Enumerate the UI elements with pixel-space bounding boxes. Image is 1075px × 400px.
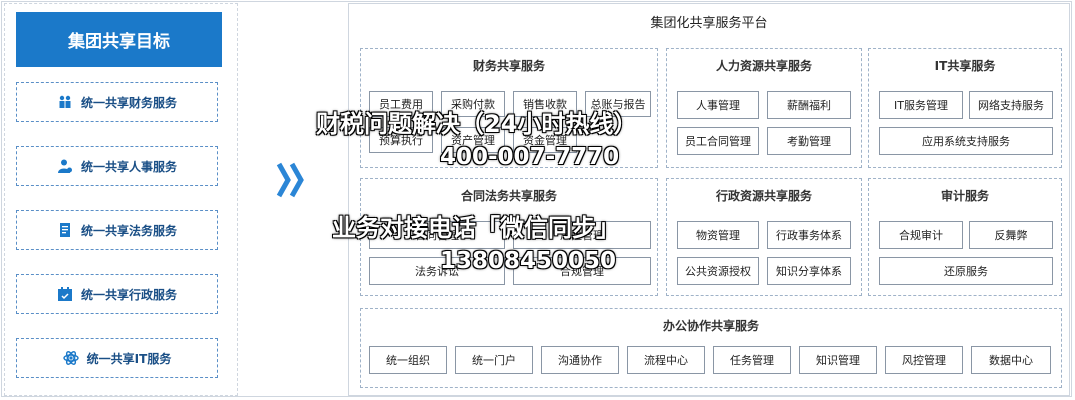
goal-label: 统一共享财务服务 <box>80 95 177 110</box>
service-cell[interactable]: IT服务管理 <box>879 91 963 119</box>
person-icon <box>57 158 73 174</box>
atom-icon <box>62 350 79 366</box>
service-cell[interactable]: 知识分享体系 <box>767 257 851 285</box>
hr-group: 人力资源共享服务 人事管理 薪酬福利 员工合同管理 考勤管理 <box>666 48 862 168</box>
office-group: 办公协作共享服务 统一组织 统一门户 沟通协作 流程中心 任务管理 知识管理 风… <box>360 308 1062 388</box>
service-cell[interactable]: 还原服务 <box>879 257 1053 285</box>
goal-label: 统一共享行政服务 <box>80 287 177 302</box>
goal-it-service[interactable]: 统一共享IT服务 <box>16 338 218 378</box>
group-goal-header: 集团共享目标 <box>16 12 222 67</box>
service-cell[interactable]: 流程中心 <box>627 346 705 374</box>
service-cell[interactable]: 统一门户 <box>455 346 533 374</box>
goal-label: 统一共享IT服务 <box>86 351 172 366</box>
document-icon <box>57 222 73 238</box>
service-cell[interactable]: 反舞弊 <box>969 221 1053 249</box>
service-cell[interactable]: 数据中心 <box>971 346 1051 374</box>
goal-label: 统一共享人事服务 <box>80 159 177 174</box>
service-cell[interactable]: 统一组织 <box>369 346 447 374</box>
hotline-number: 400-007-7770 <box>440 144 620 170</box>
calendar-icon <box>57 286 73 302</box>
goal-label: 统一共享法务服务 <box>80 223 177 238</box>
audit-group: 审计服务 合规审计 反舞弊 还原服务 <box>868 178 1062 296</box>
finance-people-icon <box>57 94 73 110</box>
platform-title: 集团化共享服务平台 <box>650 16 768 31</box>
goal-hr-service[interactable]: 统一共享人事服务 <box>16 146 218 186</box>
goal-admin-service[interactable]: 统一共享行政服务 <box>16 274 218 314</box>
service-cell[interactable]: 人事管理 <box>677 91 759 119</box>
group-title: IT共享服务 <box>934 59 996 73</box>
group-title: 人力资源共享服务 <box>715 59 812 73</box>
admin-group: 行政资源共享服务 物资管理 行政事务体系 公共资源授权 知识分享体系 <box>666 178 862 296</box>
service-cell[interactable]: 沟通协作 <box>541 346 619 374</box>
it-group: IT共享服务 IT服务管理 网络支持服务 应用系统支持服务 <box>868 48 1062 168</box>
goal-finance-service[interactable]: 统一共享财务服务 <box>16 82 218 122</box>
service-cell[interactable]: 任务管理 <box>713 346 791 374</box>
service-cell[interactable]: 考勤管理 <box>767 127 851 155</box>
service-cell[interactable]: 物资管理 <box>677 221 759 249</box>
group-title: 财务共享服务 <box>472 59 545 73</box>
service-cell[interactable]: 应用系统支持服务 <box>879 127 1053 155</box>
service-cell[interactable]: 知识管理 <box>799 346 877 374</box>
service-cell[interactable]: 公共资源授权 <box>677 257 759 285</box>
group-title: 合同法务共享服务 <box>460 189 557 203</box>
group-title: 行政资源共享服务 <box>715 189 812 203</box>
service-cell[interactable]: 网络支持服务 <box>969 91 1053 119</box>
service-cell[interactable]: 行政事务体系 <box>767 221 851 249</box>
group-title: 审计服务 <box>940 189 989 203</box>
service-cell[interactable]: 薪酬福利 <box>767 91 851 119</box>
group-title: 办公协作共享服务 <box>662 319 759 333</box>
service-cell[interactable]: 员工合同管理 <box>677 127 759 155</box>
goal-legal-service[interactable]: 统一共享法务服务 <box>16 210 218 250</box>
service-cell[interactable]: 合规审计 <box>879 221 963 249</box>
contact-number: 13808450050 <box>440 248 617 274</box>
contact-banner: 业务对接电话「微信同步」 <box>332 214 620 242</box>
service-cell[interactable]: 风控管理 <box>885 346 963 374</box>
hotline-banner: 财税问题解决（24小时热线） <box>316 110 638 138</box>
double-chevron-right-icon <box>276 162 304 198</box>
